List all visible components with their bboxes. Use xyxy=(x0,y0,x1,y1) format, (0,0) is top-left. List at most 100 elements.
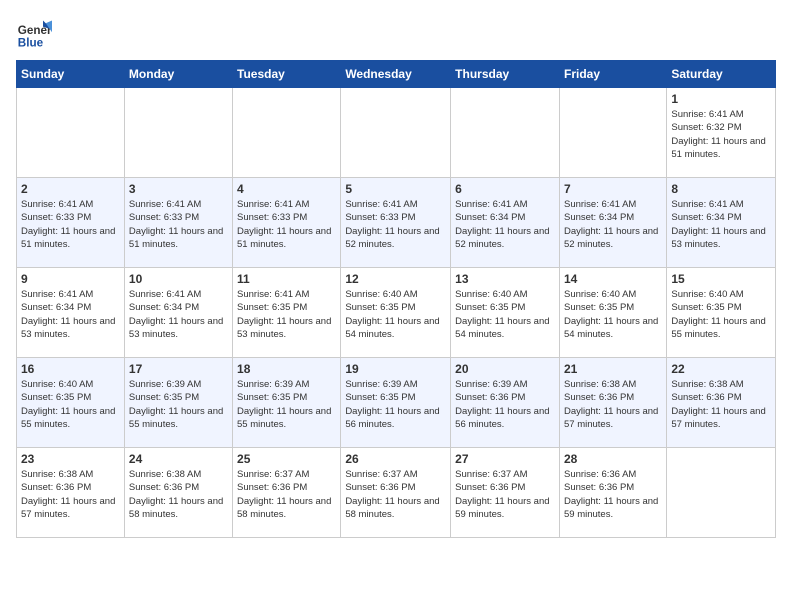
calendar-cell: 19 Sunrise: 6:39 AM Sunset: 6:35 PM Dayli… xyxy=(341,358,451,448)
day-number: 4 xyxy=(237,182,336,196)
day-number: 11 xyxy=(237,272,336,286)
day-info: Sunrise: 6:41 AM Sunset: 6:32 PM Dayligh… xyxy=(671,108,771,161)
day-info: Sunrise: 6:38 AM Sunset: 6:36 PM Dayligh… xyxy=(21,468,120,521)
calendar-cell: 21 Sunrise: 6:38 AM Sunset: 6:36 PM Dayli… xyxy=(559,358,666,448)
day-number: 26 xyxy=(345,452,446,466)
day-info: Sunrise: 6:36 AM Sunset: 6:36 PM Dayligh… xyxy=(564,468,662,521)
calendar-week-1: 1 Sunrise: 6:41 AM Sunset: 6:32 PM Daylig… xyxy=(17,88,776,178)
day-number: 28 xyxy=(564,452,662,466)
calendar-cell xyxy=(124,88,232,178)
day-info: Sunrise: 6:39 AM Sunset: 6:35 PM Dayligh… xyxy=(237,378,336,431)
column-header-wednesday: Wednesday xyxy=(341,61,451,88)
day-number: 21 xyxy=(564,362,662,376)
calendar-cell: 2 Sunrise: 6:41 AM Sunset: 6:33 PM Daylig… xyxy=(17,178,125,268)
calendar-cell: 24 Sunrise: 6:38 AM Sunset: 6:36 PM Dayli… xyxy=(124,448,232,538)
calendar-cell: 4 Sunrise: 6:41 AM Sunset: 6:33 PM Daylig… xyxy=(233,178,341,268)
day-info: Sunrise: 6:40 AM Sunset: 6:35 PM Dayligh… xyxy=(671,288,771,341)
calendar-cell xyxy=(559,88,666,178)
day-info: Sunrise: 6:39 AM Sunset: 6:35 PM Dayligh… xyxy=(129,378,228,431)
day-number: 15 xyxy=(671,272,771,286)
calendar-cell: 22 Sunrise: 6:38 AM Sunset: 6:36 PM Dayli… xyxy=(667,358,776,448)
calendar-cell: 13 Sunrise: 6:40 AM Sunset: 6:35 PM Dayli… xyxy=(451,268,560,358)
calendar-week-2: 2 Sunrise: 6:41 AM Sunset: 6:33 PM Daylig… xyxy=(17,178,776,268)
calendar-cell xyxy=(17,88,125,178)
calendar-week-5: 23 Sunrise: 6:38 AM Sunset: 6:36 PM Dayli… xyxy=(17,448,776,538)
day-number: 18 xyxy=(237,362,336,376)
logo-icon: General Blue xyxy=(16,16,52,52)
calendar-cell: 5 Sunrise: 6:41 AM Sunset: 6:33 PM Daylig… xyxy=(341,178,451,268)
column-header-monday: Monday xyxy=(124,61,232,88)
calendar-cell xyxy=(451,88,560,178)
day-number: 23 xyxy=(21,452,120,466)
day-number: 10 xyxy=(129,272,228,286)
day-number: 20 xyxy=(455,362,555,376)
calendar-cell: 7Sunrise: 6:41 AM Sunset: 6:34 PM Daylig… xyxy=(559,178,666,268)
column-header-saturday: Saturday xyxy=(667,61,776,88)
day-number: 2 xyxy=(21,182,120,196)
day-number: 14 xyxy=(564,272,662,286)
day-number: 16 xyxy=(21,362,120,376)
svg-text:Blue: Blue xyxy=(18,37,44,50)
day-info: Sunrise: 6:37 AM Sunset: 6:36 PM Dayligh… xyxy=(455,468,555,521)
column-header-sunday: Sunday xyxy=(17,61,125,88)
calendar-cell: 14 Sunrise: 6:40 AM Sunset: 6:35 PM Dayli… xyxy=(559,268,666,358)
day-number: 17 xyxy=(129,362,228,376)
calendar-cell: 8 Sunrise: 6:41 AM Sunset: 6:34 PM Daylig… xyxy=(667,178,776,268)
calendar-cell: 16 Sunrise: 6:40 AM Sunset: 6:35 PM Dayli… xyxy=(17,358,125,448)
day-number: 19 xyxy=(345,362,446,376)
day-info: Sunrise: 6:41 AM Sunset: 6:34 PM Dayligh… xyxy=(129,288,228,341)
calendar-header-row: SundayMondayTuesdayWednesdayThursdayFrid… xyxy=(17,61,776,88)
calendar-cell: 17 Sunrise: 6:39 AM Sunset: 6:35 PM Dayli… xyxy=(124,358,232,448)
day-info: Sunrise: 6:41 AM Sunset: 6:33 PM Dayligh… xyxy=(21,198,120,251)
column-header-friday: Friday xyxy=(559,61,666,88)
day-info: Sunrise: 6:40 AM Sunset: 6:35 PM Dayligh… xyxy=(564,288,662,341)
day-number: 25 xyxy=(237,452,336,466)
calendar-cell xyxy=(233,88,341,178)
day-number: 3 xyxy=(129,182,228,196)
day-info: Sunrise: 6:41 AM Sunset: 6:35 PM Dayligh… xyxy=(237,288,336,341)
day-info: Sunrise: 6:41 AM Sunset: 6:33 PM Dayligh… xyxy=(345,198,446,251)
column-header-tuesday: Tuesday xyxy=(233,61,341,88)
day-info: Sunrise: 6:38 AM Sunset: 6:36 PM Dayligh… xyxy=(564,378,662,431)
calendar-cell: 15 Sunrise: 6:40 AM Sunset: 6:35 PM Dayli… xyxy=(667,268,776,358)
day-number: 27 xyxy=(455,452,555,466)
calendar-cell: 26 Sunrise: 6:37 AM Sunset: 6:36 PM Dayli… xyxy=(341,448,451,538)
day-number: 13 xyxy=(455,272,555,286)
day-info: Sunrise: 6:38 AM Sunset: 6:36 PM Dayligh… xyxy=(671,378,771,431)
logo: General Blue xyxy=(16,16,56,52)
day-info: Sunrise: 6:41 AM Sunset: 6:34 PM Dayligh… xyxy=(455,198,555,251)
day-number: 7 xyxy=(564,182,662,196)
day-info: Sunrise: 6:37 AM Sunset: 6:36 PM Dayligh… xyxy=(237,468,336,521)
day-info: Sunrise: 6:41 AM Sunset: 6:33 PM Dayligh… xyxy=(237,198,336,251)
calendar-cell: 10 Sunrise: 6:41 AM Sunset: 6:34 PM Dayli… xyxy=(124,268,232,358)
day-info: Sunrise: 6:40 AM Sunset: 6:35 PM Dayligh… xyxy=(455,288,555,341)
calendar-cell xyxy=(341,88,451,178)
page-header: General Blue xyxy=(16,16,776,52)
calendar-cell: 23 Sunrise: 6:38 AM Sunset: 6:36 PM Dayli… xyxy=(17,448,125,538)
day-info: Sunrise: 6:38 AM Sunset: 6:36 PM Dayligh… xyxy=(129,468,228,521)
calendar-week-3: 9Sunrise: 6:41 AM Sunset: 6:34 PM Daylig… xyxy=(17,268,776,358)
day-info: Sunrise: 6:41 AM Sunset: 6:34 PM Dayligh… xyxy=(21,288,120,341)
calendar-cell: 12 Sunrise: 6:40 AM Sunset: 6:35 PM Dayli… xyxy=(341,268,451,358)
calendar-cell: 11 Sunrise: 6:41 AM Sunset: 6:35 PM Dayli… xyxy=(233,268,341,358)
day-info: Sunrise: 6:39 AM Sunset: 6:35 PM Dayligh… xyxy=(345,378,446,431)
day-info: Sunrise: 6:40 AM Sunset: 6:35 PM Dayligh… xyxy=(345,288,446,341)
day-info: Sunrise: 6:40 AM Sunset: 6:35 PM Dayligh… xyxy=(21,378,120,431)
column-header-thursday: Thursday xyxy=(451,61,560,88)
day-number: 5 xyxy=(345,182,446,196)
day-number: 22 xyxy=(671,362,771,376)
day-number: 8 xyxy=(671,182,771,196)
calendar-cell: 20 Sunrise: 6:39 AM Sunset: 6:36 PM Dayli… xyxy=(451,358,560,448)
calendar-table: SundayMondayTuesdayWednesdayThursdayFrid… xyxy=(16,60,776,538)
day-info: Sunrise: 6:41 AM Sunset: 6:34 PM Dayligh… xyxy=(671,198,771,251)
day-info: Sunrise: 6:37 AM Sunset: 6:36 PM Dayligh… xyxy=(345,468,446,521)
day-info: Sunrise: 6:39 AM Sunset: 6:36 PM Dayligh… xyxy=(455,378,555,431)
calendar-cell: 18 Sunrise: 6:39 AM Sunset: 6:35 PM Dayli… xyxy=(233,358,341,448)
calendar-cell: 27 Sunrise: 6:37 AM Sunset: 6:36 PM Dayli… xyxy=(451,448,560,538)
day-number: 1 xyxy=(671,92,771,106)
calendar-cell: 1 Sunrise: 6:41 AM Sunset: 6:32 PM Daylig… xyxy=(667,88,776,178)
day-number: 24 xyxy=(129,452,228,466)
day-number: 12 xyxy=(345,272,446,286)
calendar-cell: 28 Sunrise: 6:36 AM Sunset: 6:36 PM Dayli… xyxy=(559,448,666,538)
day-info: Sunrise: 6:41 AM Sunset: 6:33 PM Dayligh… xyxy=(129,198,228,251)
